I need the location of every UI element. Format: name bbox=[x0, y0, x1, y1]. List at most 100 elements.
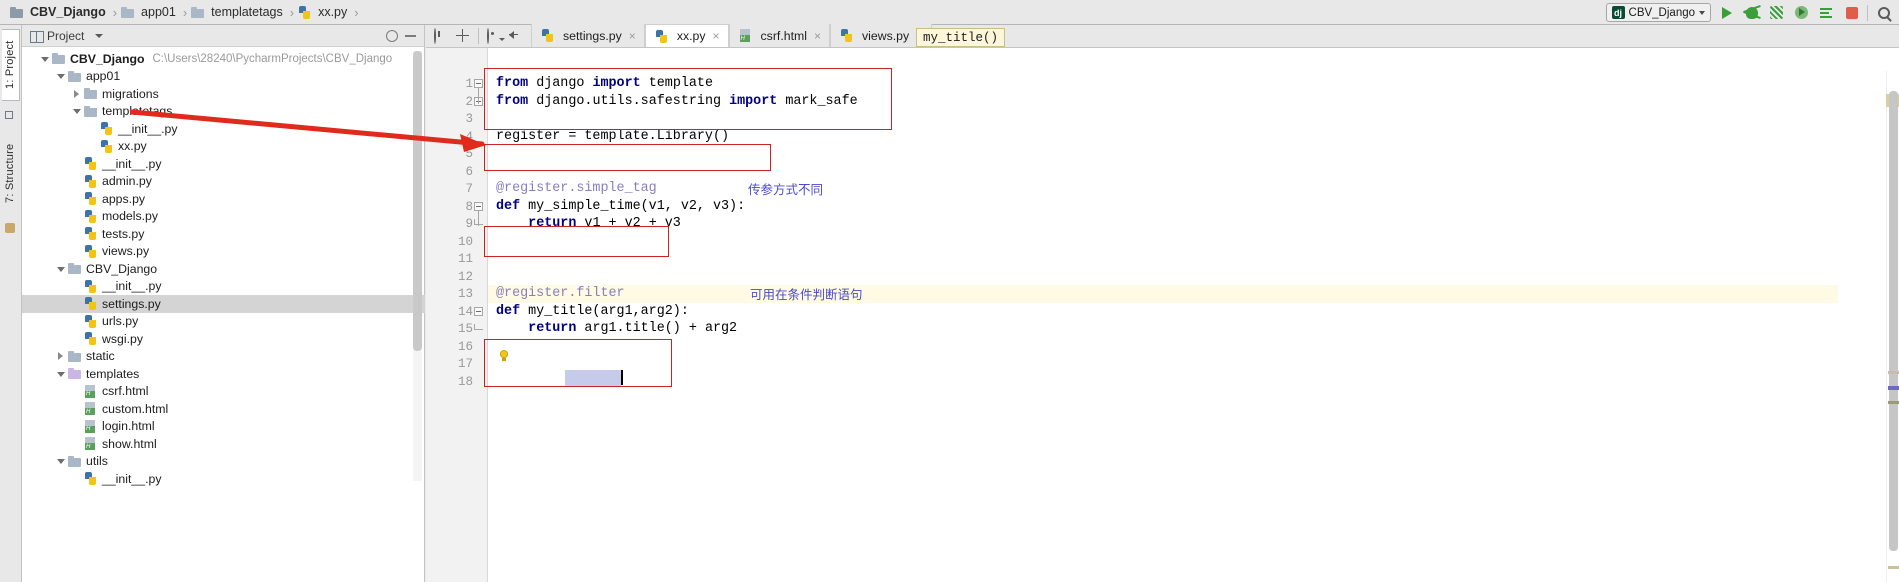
folder-icon bbox=[191, 6, 205, 18]
editor-tab-tools bbox=[426, 24, 531, 47]
code-fold-handle[interactable] bbox=[474, 96, 485, 108]
tree-item--init-py[interactable]: __init__.py bbox=[22, 120, 425, 138]
tree-item-wsgi-py[interactable]: wsgi.py bbox=[22, 330, 425, 348]
tree-item-label: login.html bbox=[102, 419, 155, 434]
chevron-down-icon[interactable] bbox=[56, 264, 66, 274]
debug-button[interactable] bbox=[1742, 3, 1761, 22]
code-fold-handle[interactable] bbox=[474, 201, 485, 213]
chevron-down-icon[interactable] bbox=[56, 71, 66, 81]
run-button[interactable] bbox=[1717, 3, 1736, 22]
line-number: 4 bbox=[465, 129, 473, 144]
tree-item-templates[interactable]: templates bbox=[22, 365, 425, 383]
line-number: 12 bbox=[457, 269, 473, 284]
intention-bulb-icon[interactable] bbox=[498, 350, 510, 363]
editor-tab-csrf-html[interactable]: Hcsrf.html × bbox=[728, 24, 831, 47]
folder-icon bbox=[10, 6, 23, 18]
tree-item-show-html[interactable]: Hshow.html bbox=[22, 435, 425, 453]
tree-item-settings-py[interactable]: settings.py bbox=[22, 295, 425, 313]
tree-item-csrf-html[interactable]: Hcsrf.html bbox=[22, 383, 425, 401]
tree-item-login-html[interactable]: Hlogin.html bbox=[22, 418, 425, 436]
tree-item-apps-py[interactable]: apps.py bbox=[22, 190, 425, 208]
tree-item-urls-py[interactable]: urls.py bbox=[22, 313, 425, 331]
tree-item-label: wsgi.py bbox=[102, 331, 144, 346]
run-with-console-button[interactable] bbox=[1817, 3, 1836, 22]
sidebar-item-project[interactable]: 1: Project bbox=[2, 29, 20, 101]
breadcrumb-item-app01[interactable]: app01 bbox=[121, 1, 181, 23]
chevron-down-icon[interactable] bbox=[40, 54, 50, 64]
chevron-down-icon[interactable] bbox=[72, 106, 82, 116]
editor-scrollbar[interactable] bbox=[1889, 91, 1898, 551]
tree-item-utils[interactable]: utils bbox=[22, 453, 425, 471]
tree-item-static[interactable]: static bbox=[22, 348, 425, 366]
tree-item-xx-py[interactable]: xx.py bbox=[22, 138, 425, 156]
tree-item-templatetags[interactable]: templatetags bbox=[22, 103, 425, 121]
tree-item--init-py[interactable]: __init__.py bbox=[22, 278, 425, 296]
stop-button[interactable] bbox=[1842, 3, 1861, 22]
code-breadcrumb[interactable]: my_title() bbox=[916, 28, 1006, 47]
tree-item-migrations[interactable]: migrations bbox=[22, 85, 425, 103]
project-tool-window: Project CBV_Django C:\Users\28240\Pycharm… bbox=[22, 25, 425, 582]
tree-item-cbv-django[interactable]: CBV_Django bbox=[22, 260, 425, 278]
chevron-down-icon[interactable] bbox=[56, 456, 66, 466]
tree-item-label: __init__.py bbox=[118, 121, 178, 136]
run-configuration-selector[interactable]: dj CBV_Django bbox=[1605, 3, 1711, 22]
tree-item-app01[interactable]: app01 bbox=[22, 68, 425, 86]
tree-item--init-py[interactable]: __init__.py bbox=[22, 470, 425, 488]
code-fold-handle[interactable] bbox=[474, 79, 485, 90]
toolbar-divider bbox=[1867, 4, 1868, 21]
editor-tab-settings-py[interactable]: settings.py × bbox=[531, 24, 645, 47]
breadcrumb-item-project[interactable]: CBV_Django bbox=[10, 1, 111, 23]
chevron-down-icon[interactable] bbox=[95, 33, 104, 38]
tree-item-tests-py[interactable]: tests.py bbox=[22, 225, 425, 243]
html-file-icon: H bbox=[84, 384, 97, 398]
text-selection bbox=[565, 370, 621, 386]
editor-tab-bar: settings.py×xx.py×Hcsrf.html×views.py× bbox=[426, 24, 1899, 48]
coverage-button[interactable] bbox=[1767, 3, 1786, 22]
chevron-down-icon[interactable] bbox=[56, 369, 66, 379]
tree-item--init-py[interactable]: __init__.py bbox=[22, 155, 425, 173]
tree-item-admin-py[interactable]: admin.py bbox=[22, 173, 425, 191]
editor-gutter[interactable]: 1 2 3 4 5 6 7 8 9 10 11 12 13 14 15 16 17 18 bbox=[426, 48, 488, 582]
breadcrumb-label: CBV_Django bbox=[30, 5, 106, 19]
close-icon[interactable]: × bbox=[713, 29, 720, 43]
back-icon[interactable] bbox=[434, 27, 448, 44]
editor-marker-bar[interactable] bbox=[1886, 71, 1899, 582]
split-icon[interactable] bbox=[456, 28, 470, 43]
tree-item-views-py[interactable]: views.py bbox=[22, 243, 425, 261]
code-line: def my_title(arg1,arg2): bbox=[496, 303, 689, 319]
project-tree-scrollbar[interactable] bbox=[413, 51, 422, 481]
breadcrumb-item-templatetags[interactable]: templatetags bbox=[191, 1, 288, 23]
editor-code[interactable]: from django import template from django.u… bbox=[488, 48, 1838, 582]
tree-item-custom-html[interactable]: Hcustom.html bbox=[22, 400, 425, 418]
run-config-label: CBV_Django bbox=[1628, 6, 1695, 19]
chevron-right-icon[interactable] bbox=[56, 351, 66, 361]
close-icon[interactable]: × bbox=[629, 29, 636, 43]
project-tree[interactable]: CBV_Django C:\Users\28240\PycharmProjects… bbox=[22, 47, 425, 582]
profile-button[interactable] bbox=[1792, 3, 1811, 22]
code-fold-connector bbox=[478, 210, 479, 226]
close-icon[interactable]: × bbox=[814, 29, 821, 43]
minimize-icon[interactable] bbox=[405, 35, 416, 37]
code-breadcrumb-label: my_title() bbox=[923, 30, 999, 45]
tree-item-models-py[interactable]: models.py bbox=[22, 208, 425, 226]
settings-icon[interactable] bbox=[487, 27, 505, 44]
chevron-right-icon[interactable] bbox=[72, 89, 82, 99]
code-fold-handle[interactable] bbox=[474, 306, 485, 318]
tree-item-label: __init__.py bbox=[102, 279, 162, 294]
breadcrumb-item-file[interactable]: xx.py bbox=[298, 1, 352, 23]
collapse-all-icon[interactable] bbox=[509, 29, 523, 43]
python-file-icon bbox=[84, 472, 97, 486]
tree-item-label: apps.py bbox=[102, 191, 146, 206]
sidebar-item-structure[interactable]: 7: Structure bbox=[2, 129, 20, 217]
editor-tab-xx-py[interactable]: xx.py × bbox=[644, 24, 729, 47]
editor-tab-label: csrf.html bbox=[760, 28, 807, 43]
gear-icon[interactable] bbox=[386, 30, 398, 42]
annotation-simple-tag: 传参方式不同 bbox=[748, 182, 824, 197]
tree-item-cbv-django[interactable]: CBV_Django C:\Users\28240\PycharmProjects… bbox=[22, 50, 425, 68]
breadcrumb-label: app01 bbox=[141, 5, 176, 19]
search-everywhere-button[interactable] bbox=[1874, 3, 1893, 22]
python-file-icon bbox=[84, 279, 97, 293]
python-file-icon bbox=[84, 297, 97, 311]
